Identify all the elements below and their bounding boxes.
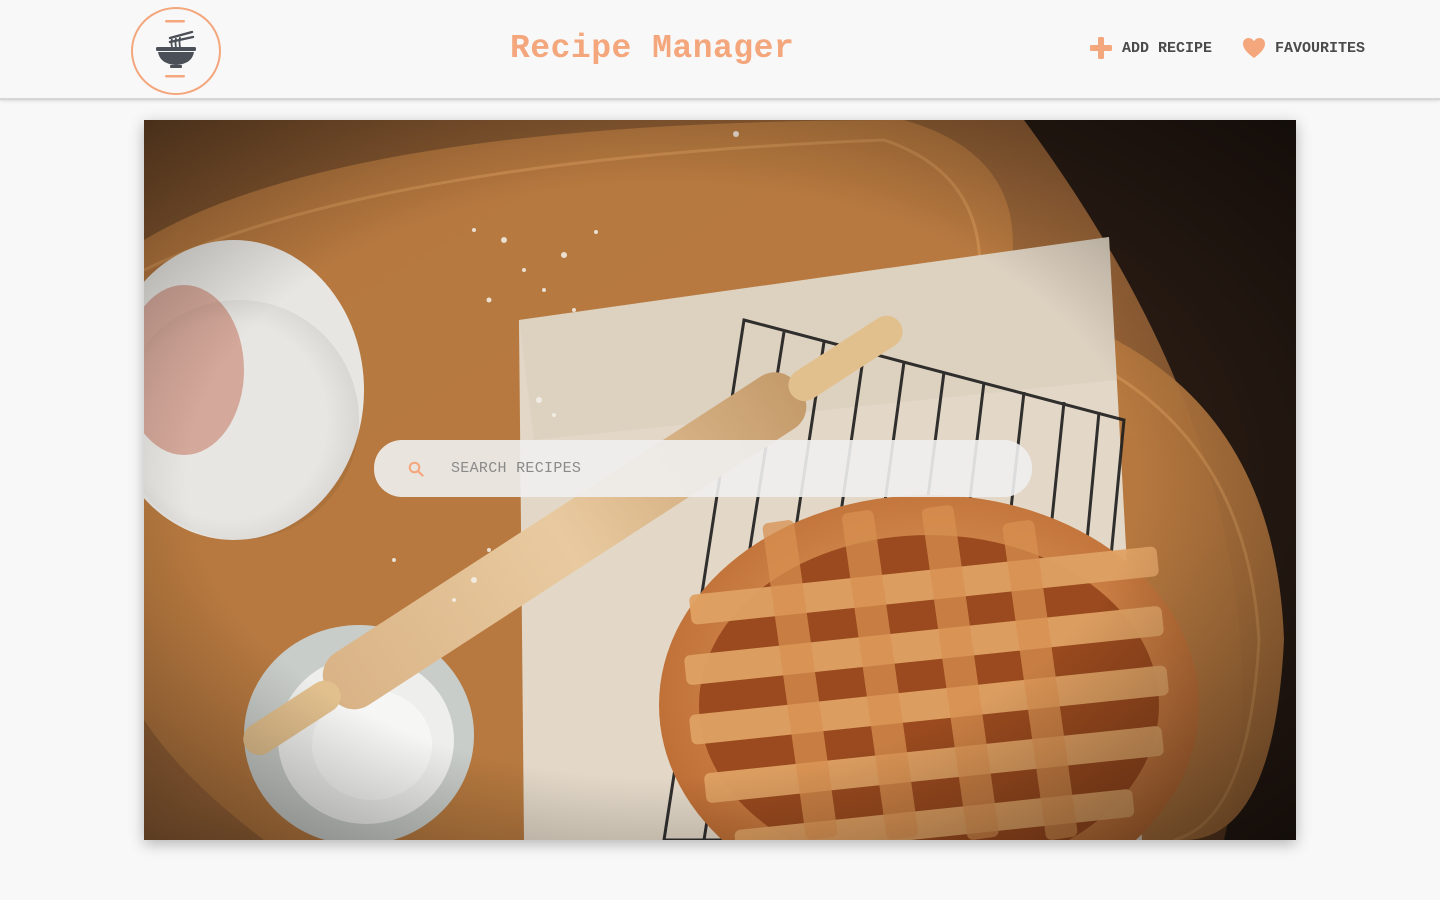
favourites-label: FAVOURITES	[1274, 39, 1365, 57]
favourites-button[interactable]: FAVOURITES	[1242, 37, 1365, 59]
noodle-bowl-icon	[146, 19, 206, 84]
search-bar[interactable]	[374, 440, 1032, 497]
search-icon[interactable]	[408, 461, 424, 477]
logo[interactable]	[131, 7, 221, 95]
heart-icon	[1242, 37, 1266, 59]
add-recipe-button[interactable]: ADD RECIPE	[1089, 36, 1212, 60]
top-bar: Recipe Manager ADD RECIPE FAVOURITES	[0, 0, 1440, 100]
plus-icon	[1089, 36, 1113, 60]
app-title: Recipe Manager	[510, 30, 795, 67]
top-nav: ADD RECIPE FAVOURITES	[1089, 36, 1365, 60]
add-recipe-label: ADD RECIPE	[1121, 39, 1212, 57]
search-input[interactable]	[451, 460, 971, 477]
hero-banner	[144, 120, 1296, 840]
